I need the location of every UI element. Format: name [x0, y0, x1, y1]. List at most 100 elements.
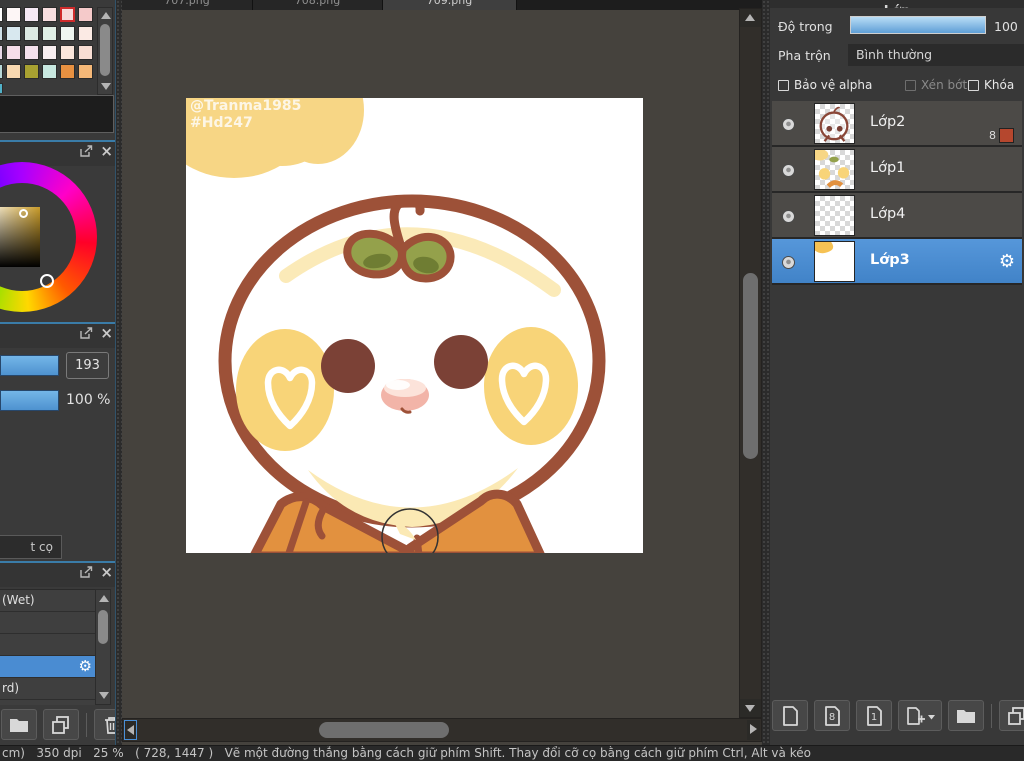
close-icon[interactable]: × [100, 565, 113, 580]
medibang-paint-window: × × 193 100 % t cọ × (Wet) ⚙ rd) 707.png… [0, 0, 1024, 761]
swatch-scrollbar-thumb[interactable] [100, 24, 110, 76]
layer-opacity-slider[interactable] [850, 16, 986, 34]
color-swatch[interactable] [0, 64, 3, 79]
layer-row-Lớp4[interactable]: Lớp4 [772, 193, 1022, 239]
brush-item[interactable]: ⚙ [0, 656, 95, 678]
layer-row-Lớp1[interactable]: Lớp1 [772, 147, 1022, 193]
brush-item[interactable]: (Wet) [0, 590, 95, 612]
popout-icon[interactable] [80, 145, 93, 157]
layer-row-Lớp3[interactable]: Lớp3 ⚙ [772, 239, 1022, 285]
scroll-down-button[interactable] [740, 699, 761, 717]
brush-item[interactable] [0, 612, 95, 634]
tab-708.png[interactable]: 708.png [253, 0, 383, 10]
color-swatch[interactable] [0, 45, 3, 60]
blend-label: Pha trộn [778, 48, 831, 63]
color-swatch[interactable] [24, 7, 39, 22]
panel-resize-gutter[interactable] [115, 0, 122, 745]
folder-button[interactable] [1, 709, 37, 740]
close-icon[interactable]: × [100, 144, 113, 159]
new-layer-icon [779, 705, 801, 727]
layer-visibility-icon[interactable] [782, 210, 795, 223]
brush-scrollbar-thumb[interactable] [98, 610, 108, 644]
canvas-vertical-scrollbar[interactable] [739, 8, 762, 718]
color-swatch[interactable] [60, 26, 75, 41]
color-swatch[interactable] [42, 64, 57, 79]
brush-size-value[interactable]: 193 [66, 352, 109, 379]
drawing-canvas[interactable]: @Tranma1985 #Hd247 [160, 56, 643, 566]
color-swatch[interactable] [78, 7, 93, 22]
brush-size-slider[interactable] [0, 355, 59, 376]
hue-picker-dot[interactable] [40, 274, 54, 288]
color-swatch[interactable] [0, 83, 3, 93]
duplicate-button[interactable] [43, 709, 79, 740]
canvas-horizontal-scrollbar[interactable] [122, 718, 762, 742]
color-swatch[interactable] [24, 45, 39, 60]
scroll-up-icon[interactable] [99, 595, 109, 602]
brush-item[interactable]: rd) [0, 678, 95, 700]
brush-item[interactable] [0, 634, 95, 656]
color-swatch[interactable] [24, 64, 39, 79]
color-swatch[interactable] [60, 45, 75, 60]
brush-settings-gear-icon[interactable]: ⚙ [79, 657, 92, 675]
brush-list-header: × [0, 563, 115, 587]
color-swatch[interactable] [24, 26, 39, 41]
layer-visibility-icon[interactable] [782, 164, 795, 177]
color-swatch[interactable] [42, 7, 57, 22]
checkbox-box[interactable] [778, 79, 789, 91]
duplicate-layer-button[interactable] [999, 700, 1024, 731]
color-swatch[interactable] [60, 7, 75, 22]
svg-text:8: 8 [829, 712, 835, 723]
vertical-scrollbar-thumb[interactable] [743, 273, 758, 459]
scroll-down-icon[interactable] [99, 692, 109, 699]
color-swatch[interactable] [6, 64, 21, 79]
color-swatch[interactable] [60, 64, 75, 79]
brush-preview-tab[interactable]: t cọ [0, 535, 62, 559]
color-swatch[interactable] [78, 64, 93, 79]
scroll-up-icon[interactable] [101, 12, 111, 19]
color-swatch[interactable] [78, 26, 93, 41]
color-swatch[interactable] [6, 26, 21, 41]
checkbox-protect-alpha[interactable]: Bảo vệ alpha [778, 78, 872, 92]
scroll-left-button[interactable] [124, 720, 137, 740]
add-layer-menu-button[interactable] [898, 700, 942, 731]
duplicate-icon [50, 714, 72, 736]
sv-picker-dot[interactable] [19, 209, 28, 218]
tab-707.png[interactable]: 707.png [122, 0, 253, 10]
scroll-down-icon[interactable] [101, 83, 111, 90]
brush-list: (Wet) ⚙ rd) [0, 589, 95, 705]
swatch-scrollbar[interactable] [97, 7, 113, 95]
brush-item-label: rd) [2, 681, 20, 695]
layer-row-Lớp2[interactable]: Lớp2 8 [772, 101, 1022, 147]
brush-scrollbar[interactable] [95, 589, 111, 705]
color-swatch[interactable] [0, 7, 3, 22]
tab-709.png[interactable]: 709.png [383, 0, 517, 10]
layer-visibility-icon[interactable] [782, 118, 795, 131]
color-swatch[interactable] [6, 7, 21, 22]
popout-icon[interactable] [80, 566, 93, 578]
new-folder-button[interactable] [948, 700, 984, 731]
color-swatch[interactable] [78, 45, 93, 60]
blend-mode-dropdown[interactable]: Bình thường [848, 44, 1024, 66]
color-swatch[interactable] [6, 45, 21, 60]
brush-opacity-slider[interactable] [0, 390, 59, 411]
checkbox-box[interactable] [968, 79, 979, 91]
new-8bit-layer-button[interactable]: 8 [814, 700, 850, 731]
color-swatch[interactable] [42, 45, 57, 60]
color-swatch[interactable] [42, 26, 57, 41]
color-swatch[interactable] [0, 26, 3, 41]
horizontal-scrollbar-thumb[interactable] [319, 722, 449, 738]
popout-icon[interactable] [80, 327, 93, 339]
close-icon[interactable]: × [100, 326, 113, 341]
trash-button[interactable] [94, 709, 115, 740]
add-layer-menu-icon [904, 705, 936, 727]
layer-settings-gear-icon[interactable]: ⚙ [999, 251, 1015, 272]
scroll-right-button[interactable] [747, 720, 760, 740]
new-layer-button[interactable] [772, 700, 808, 731]
scroll-up-button[interactable] [740, 9, 761, 27]
checkbox-lock[interactable]: Khóa [968, 78, 1014, 92]
panel-resize-gutter[interactable] [762, 0, 770, 745]
new-1bit-layer-button[interactable]: 1 [856, 700, 892, 731]
brush-item-label: (Wet) [2, 593, 35, 607]
layer-visibility-icon[interactable] [782, 256, 795, 269]
tab-label: 709.png [426, 0, 473, 7]
